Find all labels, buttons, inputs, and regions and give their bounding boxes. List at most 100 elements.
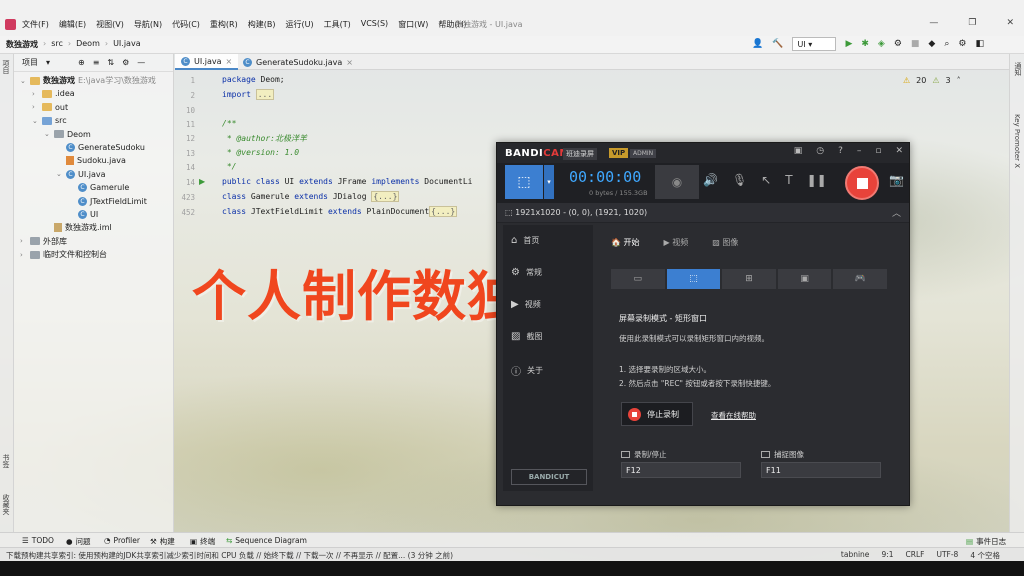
- indent-setting[interactable]: 4 个空格: [970, 550, 1000, 561]
- menu-item[interactable]: 重构(R): [210, 19, 238, 30]
- nav-general[interactable]: ⚙ 常规: [511, 267, 542, 278]
- subtab-image[interactable]: ▨ 图像: [712, 237, 738, 248]
- stop-icon[interactable]: ■: [911, 39, 920, 49]
- restore-button[interactable]: ▫: [875, 146, 881, 156]
- nav-home[interactable]: ⌂ 首页: [511, 235, 539, 246]
- breadcrumb-file[interactable]: UI.java: [113, 39, 141, 50]
- subtab-start[interactable]: 🏠 开始: [611, 237, 640, 248]
- code-line[interactable]: public class UI extends JFrame implement…: [222, 177, 472, 186]
- menu-item[interactable]: 编辑(E): [59, 19, 86, 30]
- menu-item[interactable]: VCS(S): [361, 19, 388, 30]
- record-stop-button[interactable]: [845, 166, 879, 200]
- tab-ui-java[interactable]: C UI.java ×: [175, 54, 239, 70]
- tree-item[interactable]: › out: [32, 101, 68, 114]
- tool-event-log[interactable]: ▤ 事件日志: [966, 536, 1006, 547]
- tree-item[interactable]: › 临时文件和控制台: [20, 248, 107, 261]
- subtab-video[interactable]: ▶ 视频: [664, 237, 689, 248]
- chevron-down-icon[interactable]: ⌄: [20, 77, 27, 85]
- caret-position[interactable]: 9:1: [881, 550, 893, 561]
- inspection-widget[interactable]: ⚠ 20 ⚠ 3 ˄: [903, 76, 961, 85]
- speaker-icon[interactable]: 🔊: [703, 173, 718, 187]
- breadcrumb-project[interactable]: 数独游戏: [6, 39, 38, 50]
- tree-item[interactable]: › 外部库: [20, 235, 67, 248]
- rectangle-mode-button[interactable]: ⬚: [505, 165, 543, 199]
- code-line[interactable]: import ...: [222, 89, 275, 100]
- device-mode-button[interactable]: ▣: [777, 269, 832, 289]
- tree-item[interactable]: ⌄ src: [32, 114, 67, 127]
- game-mode-button[interactable]: 🎮: [833, 269, 887, 289]
- code-line[interactable]: class JTextFieldLimit extends PlainDocum…: [222, 206, 458, 217]
- chevron-up-icon[interactable]: ︿: [892, 206, 901, 219]
- chevron-up-icon[interactable]: ˄: [957, 76, 961, 85]
- tree-item[interactable]: C JTextFieldLimit: [68, 195, 147, 208]
- chevron-down-icon[interactable]: ▾: [46, 58, 50, 67]
- chevron-down-icon[interactable]: ⌄: [56, 170, 63, 178]
- menu-item[interactable]: 构建(B): [248, 19, 276, 30]
- folder-icon[interactable]: ▣: [794, 146, 803, 156]
- chevron-down-icon[interactable]: ⌄: [44, 130, 51, 138]
- pause-icon[interactable]: ❚❚: [807, 173, 827, 187]
- breadcrumb-src[interactable]: src: [51, 39, 63, 50]
- debug-icon[interactable]: ✱: [861, 39, 869, 49]
- expand-icon[interactable]: ⇅: [107, 58, 114, 67]
- hotkey-record-field[interactable]: F12: [621, 462, 741, 478]
- nav-screenshot[interactable]: ▨ 截图: [511, 331, 542, 342]
- tool-todo[interactable]: ☰ TODO: [22, 536, 54, 545]
- chevron-down-icon[interactable]: ⌄: [32, 117, 39, 125]
- chevron-right-icon[interactable]: ›: [20, 237, 27, 245]
- collapse-icon[interactable]: ≡: [93, 58, 100, 67]
- ide-logo-icon[interactable]: ◧: [975, 39, 984, 49]
- help-icon[interactable]: ?: [838, 146, 843, 156]
- hotkey-capture-field[interactable]: F11: [761, 462, 881, 478]
- tree-item[interactable]: C Gamerule: [68, 181, 129, 194]
- maximize-button[interactable]: ❐: [968, 18, 976, 28]
- tree-item[interactable]: › .idea: [32, 87, 75, 100]
- rectangle-mode-option[interactable]: ⬚: [666, 269, 721, 289]
- tab-bookmarks[interactable]: 书签: [1, 454, 11, 468]
- line-separator[interactable]: CRLF: [906, 550, 925, 561]
- gear-icon[interactable]: ⚙: [122, 58, 129, 67]
- tool-problems[interactable]: ● 问题: [66, 536, 91, 547]
- tree-item[interactable]: C UI: [68, 208, 98, 221]
- nav-video[interactable]: ▶ 视频: [511, 299, 541, 310]
- run-icon[interactable]: ▶: [845, 39, 852, 49]
- tab-notifications[interactable]: 通知: [1013, 62, 1023, 76]
- tree-item[interactable]: Sudoku.java: [56, 154, 126, 167]
- settings-icon[interactable]: ⚙: [958, 39, 966, 49]
- breadcrumb-package[interactable]: Deom: [76, 39, 100, 50]
- menu-item[interactable]: 导航(N): [134, 19, 162, 30]
- menu-item[interactable]: 文件(F): [22, 19, 49, 30]
- tree-item[interactable]: 数独游戏.iml: [44, 221, 112, 234]
- profile-icon[interactable]: ⚙: [894, 39, 902, 49]
- microphone-icon[interactable]: 🎙: [732, 173, 747, 187]
- tree-item[interactable]: ⌄ Deom: [44, 128, 91, 141]
- online-help-link[interactable]: 查看在线帮助: [711, 410, 756, 421]
- bandicut-button[interactable]: BANDICUT: [511, 469, 587, 485]
- run-gutter-icon[interactable]: ▶: [199, 177, 205, 186]
- locate-icon[interactable]: ⊕: [78, 58, 85, 67]
- menu-item[interactable]: 窗口(W): [398, 19, 428, 30]
- fullscreen-mode-button[interactable]: ▭: [611, 269, 665, 289]
- file-encoding[interactable]: UTF-8: [936, 550, 958, 561]
- window-mode-button[interactable]: ⊞: [722, 269, 776, 289]
- minimize-button[interactable]: –: [857, 146, 862, 156]
- text-icon[interactable]: T: [785, 173, 792, 187]
- cursor-icon[interactable]: ↖: [761, 173, 771, 187]
- tool-sequence-diagram[interactable]: ⇆ Sequence Diagram: [226, 536, 307, 545]
- close-button[interactable]: ✕: [1006, 18, 1014, 28]
- hide-icon[interactable]: —: [137, 58, 145, 67]
- chevron-right-icon[interactable]: ›: [32, 103, 39, 111]
- chevron-right-icon[interactable]: ›: [32, 90, 39, 98]
- run-config-select[interactable]: UI ▾: [792, 37, 837, 51]
- stop-recording-button[interactable]: 停止录制: [621, 402, 693, 426]
- tab-favorites[interactable]: 收藏夹: [1, 494, 11, 515]
- nav-about[interactable]: ⓘ 关于: [511, 363, 543, 378]
- mode-dropdown-button[interactable]: ▾: [544, 165, 554, 199]
- user-icon[interactable]: 👤: [752, 39, 763, 49]
- coverage-icon[interactable]: ◈: [878, 39, 885, 49]
- search-icon[interactable]: ⌕: [944, 39, 949, 49]
- close-button[interactable]: ✕: [895, 146, 903, 156]
- tab-key-promoter[interactable]: Key Promoter X: [1013, 114, 1021, 168]
- code-line[interactable]: * @author:北极洋羊: [222, 133, 307, 144]
- menu-item[interactable]: 运行(U): [285, 19, 313, 30]
